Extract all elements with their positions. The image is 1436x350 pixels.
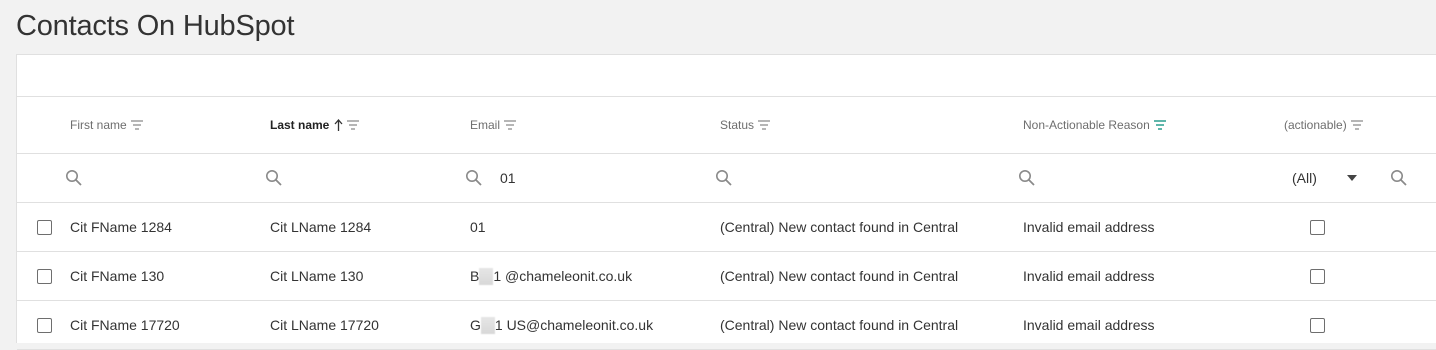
filter-actionable-search[interactable] bbox=[1390, 154, 1408, 202]
redaction-blur bbox=[480, 316, 495, 334]
cell-non-actionable-reason: Invalid email address bbox=[1023, 219, 1155, 235]
cell-non-actionable-reason: Invalid email address bbox=[1023, 268, 1155, 284]
column-header-status[interactable]: Status bbox=[720, 97, 771, 153]
cell-status: (Central) New contact found in Central bbox=[720, 317, 959, 333]
actionable-checkbox[interactable] bbox=[1308, 301, 1326, 349]
checkbox[interactable] bbox=[1309, 317, 1325, 333]
filter-icon[interactable] bbox=[504, 120, 517, 130]
row-select-checkbox[interactable] bbox=[35, 301, 53, 349]
grid-header-row: First name Last name Email Status Non-Ac… bbox=[17, 97, 1436, 154]
row-select-checkbox[interactable] bbox=[35, 203, 53, 251]
filter-icon[interactable] bbox=[758, 120, 771, 130]
filter-first-name[interactable] bbox=[65, 154, 83, 202]
filter-icon[interactable] bbox=[347, 120, 360, 130]
cell-last-name: Cit LName 130 bbox=[270, 268, 364, 284]
cell-status: (Central) New contact found in Central bbox=[720, 268, 959, 284]
contacts-grid: First name Last name Email Status Non-Ac… bbox=[16, 54, 1436, 350]
email-filter-input[interactable] bbox=[500, 170, 680, 186]
caret-down-icon[interactable] bbox=[1347, 175, 1357, 181]
cell-status: (Central) New contact found in Central bbox=[720, 219, 959, 235]
cell-last-name: Cit LName 17720 bbox=[270, 317, 379, 333]
column-header-label: Email bbox=[470, 118, 501, 132]
search-icon bbox=[1018, 169, 1036, 187]
select-value: (All) bbox=[1292, 170, 1317, 186]
filter-last-name[interactable] bbox=[265, 154, 283, 202]
column-header-first-name[interactable]: First name bbox=[70, 97, 143, 153]
grid-filter-row: (All) bbox=[17, 154, 1436, 203]
filter-status[interactable] bbox=[715, 154, 733, 202]
page-title: Contacts On HubSpot bbox=[16, 10, 295, 42]
search-icon bbox=[65, 169, 83, 187]
email-text-end: 1 @chameleonit.co.uk bbox=[493, 268, 633, 284]
column-header-label: Last name bbox=[270, 118, 330, 132]
checkbox[interactable] bbox=[36, 317, 52, 333]
actionable-checkbox[interactable] bbox=[1308, 203, 1326, 251]
email-text-start: B bbox=[470, 268, 480, 284]
active-filter-icon[interactable] bbox=[1153, 120, 1166, 130]
cell-email: G 1 US@chameleonit.co.uk bbox=[470, 301, 653, 349]
column-header-last-name[interactable]: Last name bbox=[270, 97, 360, 153]
filter-non-actionable-reason[interactable] bbox=[1018, 154, 1036, 202]
column-header-label: First name bbox=[70, 118, 127, 132]
table-row[interactable]: Cit FName 1284 Cit LName 1284 01 (Centra… bbox=[17, 203, 1436, 252]
cell-email: B 1 @chameleonit.co.uk bbox=[470, 252, 632, 300]
column-header-email[interactable]: Email bbox=[470, 97, 517, 153]
checkbox[interactable] bbox=[1309, 219, 1325, 235]
email-text: 01 bbox=[470, 219, 486, 235]
table-row[interactable]: Cit FName 130 Cit LName 130 B 1 @chameleo… bbox=[17, 252, 1436, 301]
column-header-actionable[interactable]: (actionable) bbox=[1284, 97, 1363, 153]
actionable-checkbox[interactable] bbox=[1308, 252, 1326, 300]
checkbox[interactable] bbox=[1309, 268, 1325, 284]
email-text-start: G bbox=[470, 317, 481, 333]
search-icon bbox=[265, 169, 283, 187]
actionable-filter-select[interactable]: (All) bbox=[1292, 154, 1382, 202]
email-text-end: 1 US@chameleonit.co.uk bbox=[494, 317, 654, 333]
filter-icon[interactable] bbox=[130, 120, 143, 130]
cell-email: 01 bbox=[470, 203, 486, 251]
grid-toolbar bbox=[17, 55, 1436, 97]
search-icon bbox=[715, 169, 733, 187]
column-header-label: (actionable) bbox=[1284, 118, 1347, 132]
cell-first-name: Cit FName 1284 bbox=[70, 219, 172, 235]
filter-email[interactable] bbox=[465, 154, 680, 202]
filter-icon[interactable] bbox=[1350, 120, 1363, 130]
cell-first-name: Cit FName 130 bbox=[70, 268, 165, 284]
column-header-non-actionable-reason[interactable]: Non-Actionable Reason bbox=[1023, 97, 1166, 153]
cell-first-name: Cit FName 17720 bbox=[70, 317, 180, 333]
search-icon bbox=[465, 169, 483, 187]
sort-ascending-icon[interactable] bbox=[334, 119, 343, 131]
redaction-blur bbox=[479, 267, 494, 285]
checkbox[interactable] bbox=[36, 268, 52, 284]
column-header-label: Non-Actionable Reason bbox=[1023, 118, 1150, 132]
cell-last-name: Cit LName 1284 bbox=[270, 219, 372, 235]
row-select-checkbox[interactable] bbox=[35, 252, 53, 300]
search-icon bbox=[1390, 169, 1408, 187]
cell-non-actionable-reason: Invalid email address bbox=[1023, 317, 1155, 333]
checkbox[interactable] bbox=[36, 219, 52, 235]
column-header-label: Status bbox=[720, 118, 755, 132]
